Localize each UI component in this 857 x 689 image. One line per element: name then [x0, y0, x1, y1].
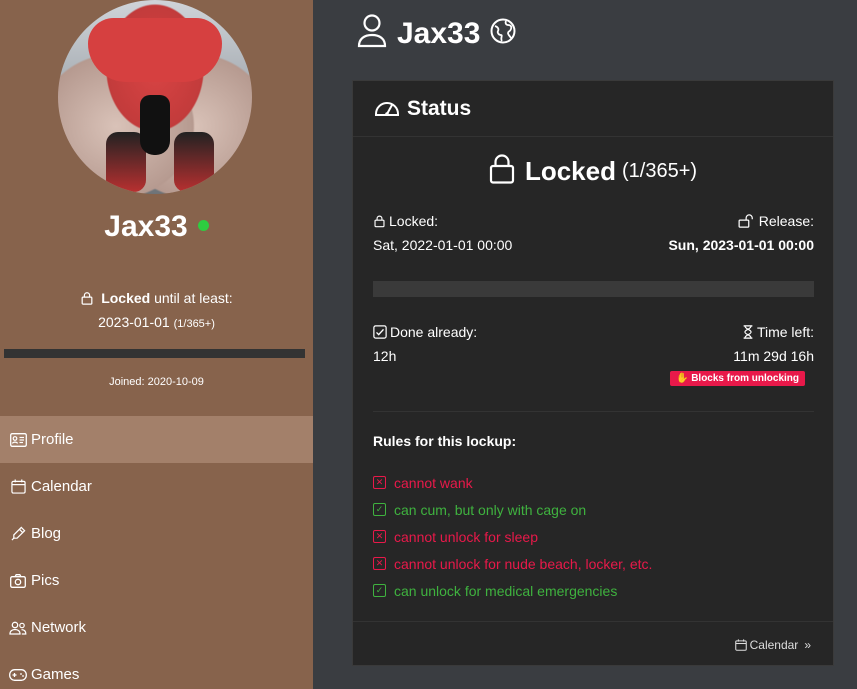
lock-icon [81, 292, 93, 305]
check-square-icon: ✓ [373, 503, 386, 516]
rule-text: cannot unlock for sleep [394, 528, 538, 545]
calendar-link-label: Calendar [749, 638, 799, 652]
footer-divider [353, 621, 833, 622]
lock-icon [374, 215, 385, 228]
user-icon [357, 14, 387, 53]
sidebar-item-label: Profile [31, 431, 74, 448]
list-item: ✓ can unlock for medical emergencies [373, 577, 652, 604]
rule-text: can unlock for medical emergencies [394, 582, 618, 599]
status-panel-header: Status [353, 81, 833, 137]
calendar-icon [9, 478, 27, 496]
rule-text: can cum, but only with cage on [394, 501, 587, 518]
rules-list: ✕ cannot wank ✓ can cum, but only with c… [373, 469, 652, 604]
sidebar-item-label: Blog [31, 525, 62, 542]
avatar-shoe-right [174, 132, 214, 192]
sidebar-item-label: Pics [31, 572, 60, 589]
status-count: (1/365+) [621, 160, 698, 182]
list-item: ✕ cannot wank [373, 469, 652, 496]
list-item: ✓ can cum, but only with cage on [373, 496, 652, 523]
left-value: 11m 29d 16h [733, 348, 814, 364]
x-square-icon: ✕ [373, 557, 386, 570]
camera-icon [9, 572, 27, 590]
calendar-icon [734, 639, 747, 651]
locked-label: Locked: [389, 213, 439, 229]
unlock-icon [738, 214, 753, 228]
hand-icon: ✋ [675, 373, 689, 384]
pen-icon [9, 525, 27, 543]
profile-username-row: Jax33 [0, 210, 313, 244]
done-label: Done already: [390, 324, 478, 340]
profile-username: Jax33 [104, 210, 188, 243]
sidebar-item-network[interactable]: Network [0, 604, 313, 651]
gamepad-icon [9, 666, 27, 684]
status-panel-title: Status [407, 96, 472, 120]
hourglass-icon [743, 325, 753, 339]
sidebar-nav: Profile Calendar Blog Pics Network Games [0, 416, 313, 689]
rule-text: cannot wank [394, 474, 473, 491]
lock-status-suffix: until at least: [154, 290, 233, 306]
divider [373, 411, 814, 412]
sidebar-item-calendar[interactable]: Calendar [0, 463, 313, 510]
page-title: Jax33 [397, 16, 481, 50]
sidebar: Jax33 Locked until at least: 2023-01-01 … [0, 0, 313, 689]
page-header: Jax33 [357, 14, 516, 53]
release-label: Release: [758, 213, 814, 229]
globe-icon[interactable] [490, 18, 516, 49]
status-panel: Status Locked (1/365+) Locked: Release: … [352, 80, 834, 666]
rules-title: Rules for this lockup: [373, 433, 517, 449]
sidebar-item-games[interactable]: Games [0, 651, 313, 689]
avatar-cage [140, 95, 170, 155]
sidebar-item-pics[interactable]: Pics [0, 557, 313, 604]
status-state: Locked [524, 156, 616, 186]
lock-until-count: (1/365+) [173, 318, 215, 330]
lock-summary: Locked until at least: 2023-01-01 (1/365… [0, 290, 313, 330]
id-card-icon [9, 431, 27, 449]
lock-status-prefix: Locked [101, 290, 151, 306]
release-date: Sun, 2023-01-01 00:00 [668, 237, 814, 253]
rule-text: cannot unlock for nude beach, locker, et… [394, 555, 653, 572]
done-value: 12h [373, 348, 397, 364]
avatar-shirt [88, 18, 222, 82]
calendar-link[interactable]: Calendar » [734, 638, 811, 652]
lock-until-date: 2023-01-01 [98, 314, 170, 330]
blocks-badge-label: Blocks from unlocking [691, 373, 799, 384]
avatar[interactable] [58, 0, 252, 194]
joined-date: Joined: 2020-10-09 [109, 376, 204, 388]
lock-progress-bar [373, 281, 814, 297]
online-indicator [197, 219, 209, 231]
list-item: ✕ cannot unlock for sleep [373, 523, 652, 550]
sidebar-item-label: Network [31, 619, 87, 636]
x-square-icon: ✕ [373, 530, 386, 543]
x-square-icon: ✕ [373, 476, 386, 489]
people-icon [9, 619, 27, 637]
check-square-icon [373, 325, 387, 339]
sidebar-item-label: Calendar [31, 478, 92, 495]
check-square-icon: ✓ [373, 584, 386, 597]
lock-icon [489, 154, 515, 189]
big-status: Locked (1/365+) [353, 154, 833, 189]
sidebar-item-blog[interactable]: Blog [0, 510, 313, 557]
blocks-badge: ✋ Blocks from unlocking [669, 371, 805, 386]
gauge-icon [373, 94, 401, 123]
sidebar-item-label: Games [31, 666, 80, 683]
locked-date: Sat, 2022-01-01 00:00 [373, 237, 513, 253]
sidebar-item-profile[interactable]: Profile [0, 416, 313, 463]
chevron-double-right-icon: » [804, 638, 811, 652]
list-item: ✕ cannot unlock for nude beach, locker, … [373, 550, 652, 577]
sidebar-progress-bar [4, 349, 305, 358]
left-label: Time left: [756, 324, 814, 340]
